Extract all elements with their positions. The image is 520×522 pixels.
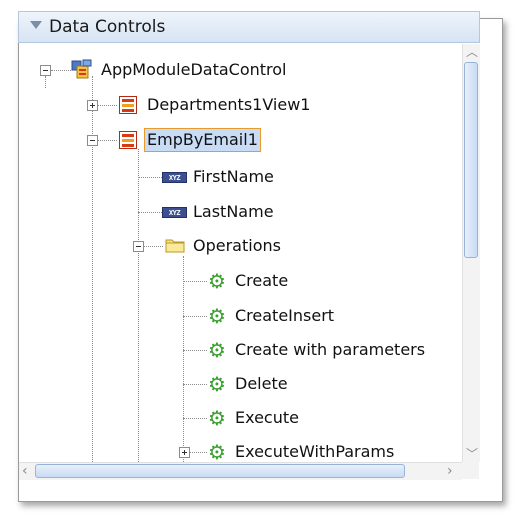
tree-node-label: Create with parameters bbox=[235, 340, 426, 359]
vertical-scroll-thumb[interactable] bbox=[464, 62, 478, 258]
tree-line bbox=[45, 76, 46, 88]
gear-icon: ⚙ bbox=[208, 338, 226, 362]
tree-node-label: ExecuteWithParams bbox=[235, 442, 395, 461]
tree-line bbox=[138, 149, 139, 462]
tree-line bbox=[183, 256, 184, 462]
tree-line bbox=[138, 212, 162, 213]
app-module-icon bbox=[71, 59, 92, 79]
gear-icon: ⚙ bbox=[208, 440, 226, 462]
collapse-toggle-icon[interactable] bbox=[87, 135, 98, 146]
tree-line bbox=[183, 281, 207, 282]
expand-toggle-icon[interactable] bbox=[87, 100, 98, 111]
tree-line bbox=[189, 452, 207, 453]
tree-line bbox=[143, 246, 163, 247]
scrollbar-corner bbox=[462, 462, 479, 479]
tree-line bbox=[183, 316, 207, 317]
tree-line bbox=[97, 105, 117, 106]
tree-node-label: Create bbox=[235, 271, 289, 290]
gear-icon: ⚙ bbox=[208, 406, 226, 430]
tree-node-label: AppModuleDataControl bbox=[101, 60, 287, 79]
collection-icon bbox=[119, 131, 137, 149]
gear-icon: ⚙ bbox=[208, 269, 226, 293]
horizontal-scrollbar[interactable]: ‹ › bbox=[19, 462, 462, 480]
vertical-scrollbar[interactable]: ︿ ﹀ bbox=[462, 44, 480, 462]
tree-node-label: CreateInsert bbox=[235, 306, 335, 325]
scroll-right-icon[interactable]: › bbox=[447, 463, 453, 479]
tree-node-label: Execute bbox=[235, 408, 299, 427]
tree-line bbox=[138, 177, 162, 178]
tree-node-label: Operations bbox=[193, 236, 281, 255]
tree-node-label: Delete bbox=[235, 374, 288, 393]
gear-icon: ⚙ bbox=[208, 304, 226, 328]
collapse-triangle-icon[interactable] bbox=[30, 21, 42, 29]
tree-node-label: FirstName bbox=[193, 167, 274, 186]
tree-line bbox=[183, 418, 207, 419]
scroll-left-icon[interactable]: ‹ bbox=[22, 463, 28, 479]
tree-node-label: Departments1View1 bbox=[147, 95, 311, 114]
scroll-down-icon[interactable]: ﹀ bbox=[466, 445, 478, 462]
panel-title: Data Controls bbox=[49, 17, 166, 37]
expand-toggle-icon[interactable] bbox=[179, 447, 190, 458]
tree-line bbox=[183, 384, 207, 385]
tree-line bbox=[51, 70, 71, 71]
gear-icon: ⚙ bbox=[208, 372, 226, 396]
collapse-toggle-icon[interactable] bbox=[40, 65, 51, 76]
tree-node-label-selected: EmpByEmail1 bbox=[144, 128, 261, 152]
collection-icon bbox=[119, 96, 137, 114]
folder-icon bbox=[165, 239, 185, 253]
tree-line bbox=[97, 140, 117, 141]
panel-header[interactable]: Data Controls bbox=[18, 11, 480, 43]
tree-node-label: LastName bbox=[193, 202, 274, 221]
scroll-up-icon[interactable]: ︿ bbox=[466, 43, 478, 60]
tree-line bbox=[92, 76, 93, 462]
collapse-toggle-icon[interactable] bbox=[133, 241, 144, 252]
tree-view[interactable]: AppModuleDataControl Departments1View1 E… bbox=[19, 44, 462, 462]
horizontal-scroll-thumb[interactable] bbox=[35, 464, 405, 478]
attribute-icon: XYZ bbox=[162, 207, 187, 218]
tree-line bbox=[183, 350, 207, 351]
attribute-icon: XYZ bbox=[162, 172, 187, 183]
